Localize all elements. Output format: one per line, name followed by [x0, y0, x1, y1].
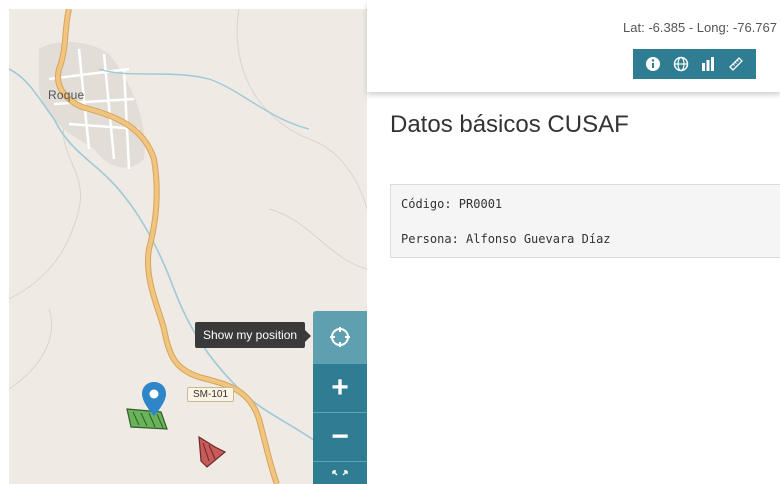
coordinates-readout: Lat: -6.385 - Long: -76.767 — [623, 20, 777, 35]
map-view[interactable]: Roque SM-101 Show my position + − — [9, 9, 367, 484]
locate-button[interactable] — [313, 311, 367, 364]
town-label: Roque — [48, 88, 85, 102]
info-button[interactable] — [642, 53, 664, 75]
ruler-button[interactable] — [725, 53, 747, 75]
info-box: Código: PR0001 Persona: Alfonso Guevara … — [390, 184, 780, 258]
locate-icon — [330, 327, 350, 347]
road-label: SM-101 — [187, 387, 235, 402]
toolbar — [633, 49, 756, 79]
zoom-in-button[interactable]: + — [313, 364, 367, 413]
plus-icon: + — [331, 371, 349, 404]
fullscreen-icon — [332, 470, 348, 476]
globe-icon — [673, 56, 688, 72]
location-marker-icon[interactable] — [141, 381, 167, 417]
fullscreen-button[interactable] — [313, 462, 367, 484]
page-title: Datos básicos CUSAF — [390, 111, 629, 138]
codigo-text: Código: PR0001 — [401, 197, 503, 211]
globe-button[interactable] — [670, 53, 692, 75]
parcel-red[interactable] — [198, 435, 227, 468]
zoom-out-button[interactable]: − — [313, 413, 367, 462]
side-panel: Lat: -6.385 - Long: -76.767 Datos básico… — [367, 0, 780, 484]
map-controls: + − — [313, 311, 367, 484]
chart-button[interactable] — [697, 53, 719, 75]
minus-icon: − — [331, 420, 349, 453]
header-bar: Lat: -6.385 - Long: -76.767 — [367, 0, 780, 92]
ruler-icon — [729, 57, 744, 71]
chart-icon — [702, 57, 715, 71]
persona-text: Persona: Alfonso Guevara Díaz — [401, 232, 611, 246]
info-icon — [645, 57, 660, 71]
tooltip-show-position: Show my position — [195, 322, 312, 348]
